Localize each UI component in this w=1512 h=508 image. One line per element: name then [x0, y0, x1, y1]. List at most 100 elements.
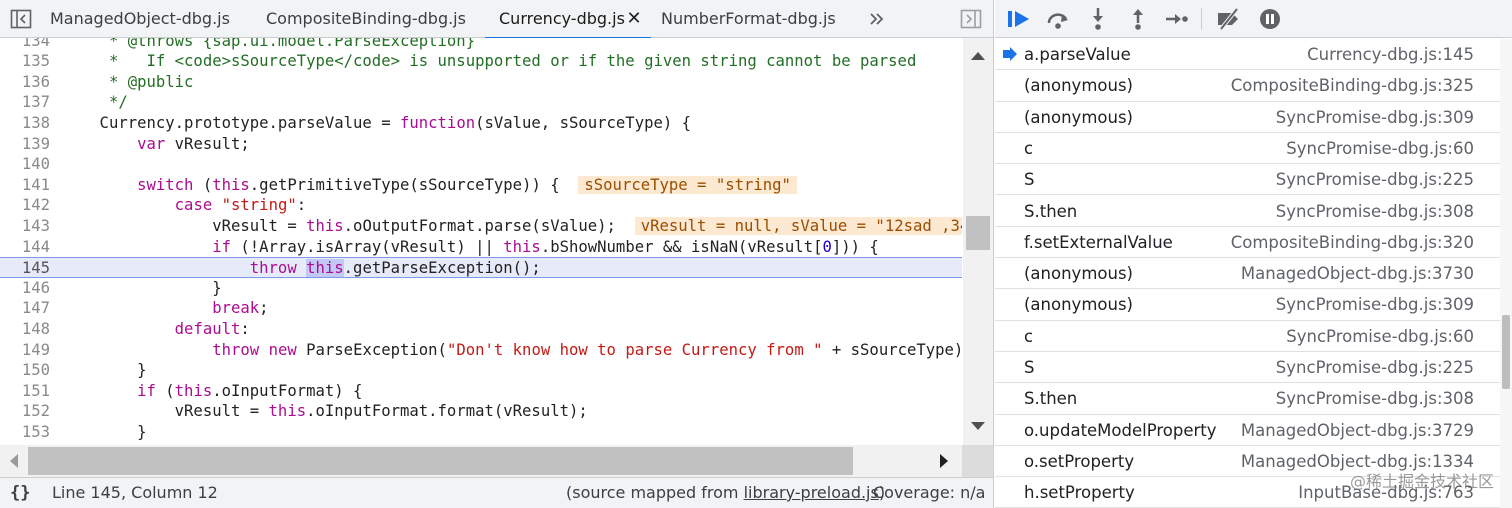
horizontal-scrollbar[interactable] — [0, 445, 962, 477]
code-line[interactable]: 151 if (this.oInputFormat) { — [0, 381, 962, 402]
call-frame-current[interactable]: a.parseValue Currency-dbg.js:145 — [995, 39, 1500, 71]
line-number[interactable]: 151 — [0, 381, 50, 402]
code-line[interactable]: 141 switch (this.getPrimitiveType(sSourc… — [0, 175, 962, 196]
line-number[interactable]: 143 — [0, 216, 50, 237]
scrollbar-thumb[interactable] — [966, 216, 990, 250]
code-line[interactable]: 134 * @throws {sap.ui.model.ParseExcepti… — [0, 38, 962, 51]
code-line[interactable]: 148 default: — [0, 319, 962, 340]
code-line[interactable]: 147 break; — [0, 298, 962, 319]
call-frame-location[interactable]: SyncPromise-dbg.js:308 — [1276, 196, 1474, 227]
line-number[interactable]: 145 — [0, 258, 50, 279]
code-line[interactable]: 144 if (!Array.isArray(vResult) || this.… — [0, 237, 962, 258]
sidebar-toggle-icon[interactable] — [10, 9, 32, 29]
call-frame[interactable]: c SyncPromise-dbg.js:60 — [995, 133, 1500, 165]
tab-numberformat[interactable]: NumberFormat-dbg.js — [661, 0, 836, 38]
scroll-up-icon[interactable] — [971, 50, 985, 60]
call-frame-location[interactable]: SyncPromise-dbg.js:309 — [1276, 289, 1474, 320]
pause-icon[interactable] — [1256, 7, 1284, 31]
code-text: if (this.oInputFormat) { — [137, 381, 363, 400]
call-frame-location[interactable]: ManagedObject-dbg.js:3729 — [1241, 415, 1474, 446]
code-line[interactable]: 150 } — [0, 360, 962, 381]
call-frame[interactable]: c SyncPromise-dbg.js:60 — [995, 321, 1500, 352]
close-icon[interactable]: ✕ — [626, 9, 642, 29]
step-over-icon[interactable] — [1044, 7, 1072, 31]
sidebar-scrollbar[interactable] — [1500, 39, 1512, 508]
code-view[interactable]: 134 * @throws {sap.ui.model.ParseExcepti… — [0, 38, 962, 445]
code-line[interactable]: 138 Currency.prototype.parseValue = func… — [0, 113, 962, 134]
line-number[interactable]: 146 — [0, 278, 50, 299]
scroll-down-icon[interactable] — [971, 422, 985, 432]
call-frame[interactable]: (anonymous) SyncPromise-dbg.js:309 — [995, 102, 1500, 133]
inline-variable-value: vResult = null, sValue = "12sad ,34 — [634, 217, 962, 235]
tab-currency[interactable]: Currency-dbg.js — [485, 0, 651, 39]
step-into-icon[interactable] — [1084, 7, 1112, 31]
call-frame-location[interactable]: ManagedObject-dbg.js:3730 — [1241, 258, 1474, 289]
call-frame-location[interactable]: CompositeBinding-dbg.js:320 — [1231, 227, 1474, 258]
line-number[interactable]: 149 — [0, 340, 50, 361]
current-execution-line[interactable]: 145 throw this.getParseException(); — [0, 257, 962, 278]
line-number[interactable]: 142 — [0, 195, 50, 216]
call-frame-name: c — [1024, 326, 1034, 346]
code-line[interactable]: 149 throw new ParseException("Don't know… — [0, 340, 962, 361]
source-map-link[interactable]: library-preload.js — [744, 483, 879, 502]
tab-compositebinding[interactable]: CompositeBinding-dbg.js — [266, 0, 466, 38]
call-frame[interactable]: (anonymous) CompositeBinding-dbg.js:325 — [995, 70, 1500, 102]
call-frame-location[interactable]: SyncPromise-dbg.js:60 — [1286, 133, 1474, 164]
chevron-double-right-icon[interactable] — [866, 9, 888, 29]
line-number[interactable]: 134 — [0, 38, 50, 51]
line-number[interactable]: 137 — [0, 92, 50, 113]
call-frame[interactable]: S.then SyncPromise-dbg.js:308 — [995, 383, 1500, 415]
call-frame-location[interactable]: SyncPromise-dbg.js:225 — [1276, 352, 1474, 383]
scroll-right-icon[interactable] — [940, 454, 950, 468]
scrollbar-thumb[interactable] — [28, 447, 853, 475]
call-frame[interactable]: S.then SyncPromise-dbg.js:308 — [995, 196, 1500, 227]
code-line[interactable]: 136 * @public — [0, 72, 962, 93]
line-number[interactable]: 140 — [0, 154, 50, 175]
call-frame-name: S — [1024, 358, 1035, 377]
resume-icon[interactable] — [1005, 7, 1033, 31]
code-line[interactable]: 146 } — [0, 278, 962, 299]
code-line[interactable]: 143 vResult = this.oOutputFormat.parse(s… — [0, 216, 962, 237]
code-line[interactable]: 135 * If <code>sSourceType</code> is uns… — [0, 51, 962, 72]
call-frame-location[interactable]: SyncPromise-dbg.js:225 — [1276, 164, 1474, 195]
code-text: default: — [174, 320, 250, 338]
line-number[interactable]: 150 — [0, 360, 50, 381]
call-frame[interactable]: S SyncPromise-dbg.js:225 — [995, 164, 1500, 196]
code-line[interactable]: 137 */ — [0, 92, 962, 113]
call-frame-location[interactable]: SyncPromise-dbg.js:60 — [1286, 321, 1474, 352]
breakpoint-off-icon[interactable] — [1215, 7, 1243, 31]
line-number[interactable]: 148 — [0, 319, 50, 340]
call-frame[interactable]: S SyncPromise-dbg.js:225 — [995, 352, 1500, 384]
line-number[interactable]: 139 — [0, 134, 50, 155]
line-number[interactable]: 153 — [0, 422, 50, 443]
sidebar-toggle-icon[interactable] — [960, 9, 982, 29]
line-number[interactable]: 147 — [0, 298, 50, 319]
code-line[interactable]: 140 — [0, 154, 962, 175]
code-line[interactable]: 152 vResult = this.oInputFormat.format(v… — [0, 401, 962, 422]
call-frame[interactable]: (anonymous) ManagedObject-dbg.js:3730 — [995, 258, 1500, 290]
step-out-icon[interactable] — [1124, 7, 1152, 31]
tab-managedobject[interactable]: ManagedObject-dbg.js — [50, 0, 230, 38]
call-frame-location[interactable]: SyncPromise-dbg.js:308 — [1276, 383, 1474, 414]
call-frame-location[interactable]: CompositeBinding-dbg.js:325 — [1231, 70, 1474, 101]
code-line[interactable]: 153 } — [0, 422, 962, 443]
call-frame[interactable]: (anonymous) SyncPromise-dbg.js:309 — [995, 289, 1500, 321]
call-frame[interactable]: o.updateModelProperty ManagedObject-dbg.j… — [995, 415, 1500, 446]
line-number[interactable]: 138 — [0, 113, 50, 134]
line-number[interactable]: 144 — [0, 237, 50, 258]
call-frame-location[interactable]: Currency-dbg.js:145 — [1307, 39, 1474, 70]
code-line[interactable]: 142 case "string": — [0, 195, 962, 216]
call-frame-location[interactable]: SyncPromise-dbg.js:309 — [1276, 102, 1474, 133]
vertical-scrollbar[interactable] — [963, 38, 993, 445]
call-frame[interactable]: f.setExternalValue CompositeBinding-dbg.j… — [995, 227, 1500, 259]
line-number[interactable]: 136 — [0, 72, 50, 93]
pretty-print-icon[interactable]: {} — [10, 478, 30, 508]
scroll-left-icon[interactable] — [8, 454, 18, 468]
line-number[interactable]: 135 — [0, 51, 50, 72]
line-number[interactable]: 141 — [0, 175, 50, 196]
code-text: vResult = this.oOutputFormat.parse(sValu… — [62, 216, 962, 237]
step-icon[interactable] — [1163, 7, 1191, 31]
line-number[interactable]: 152 — [0, 401, 50, 422]
scrollbar-thumb[interactable] — [1502, 315, 1510, 389]
code-line[interactable]: 139 var vResult; — [0, 134, 962, 155]
